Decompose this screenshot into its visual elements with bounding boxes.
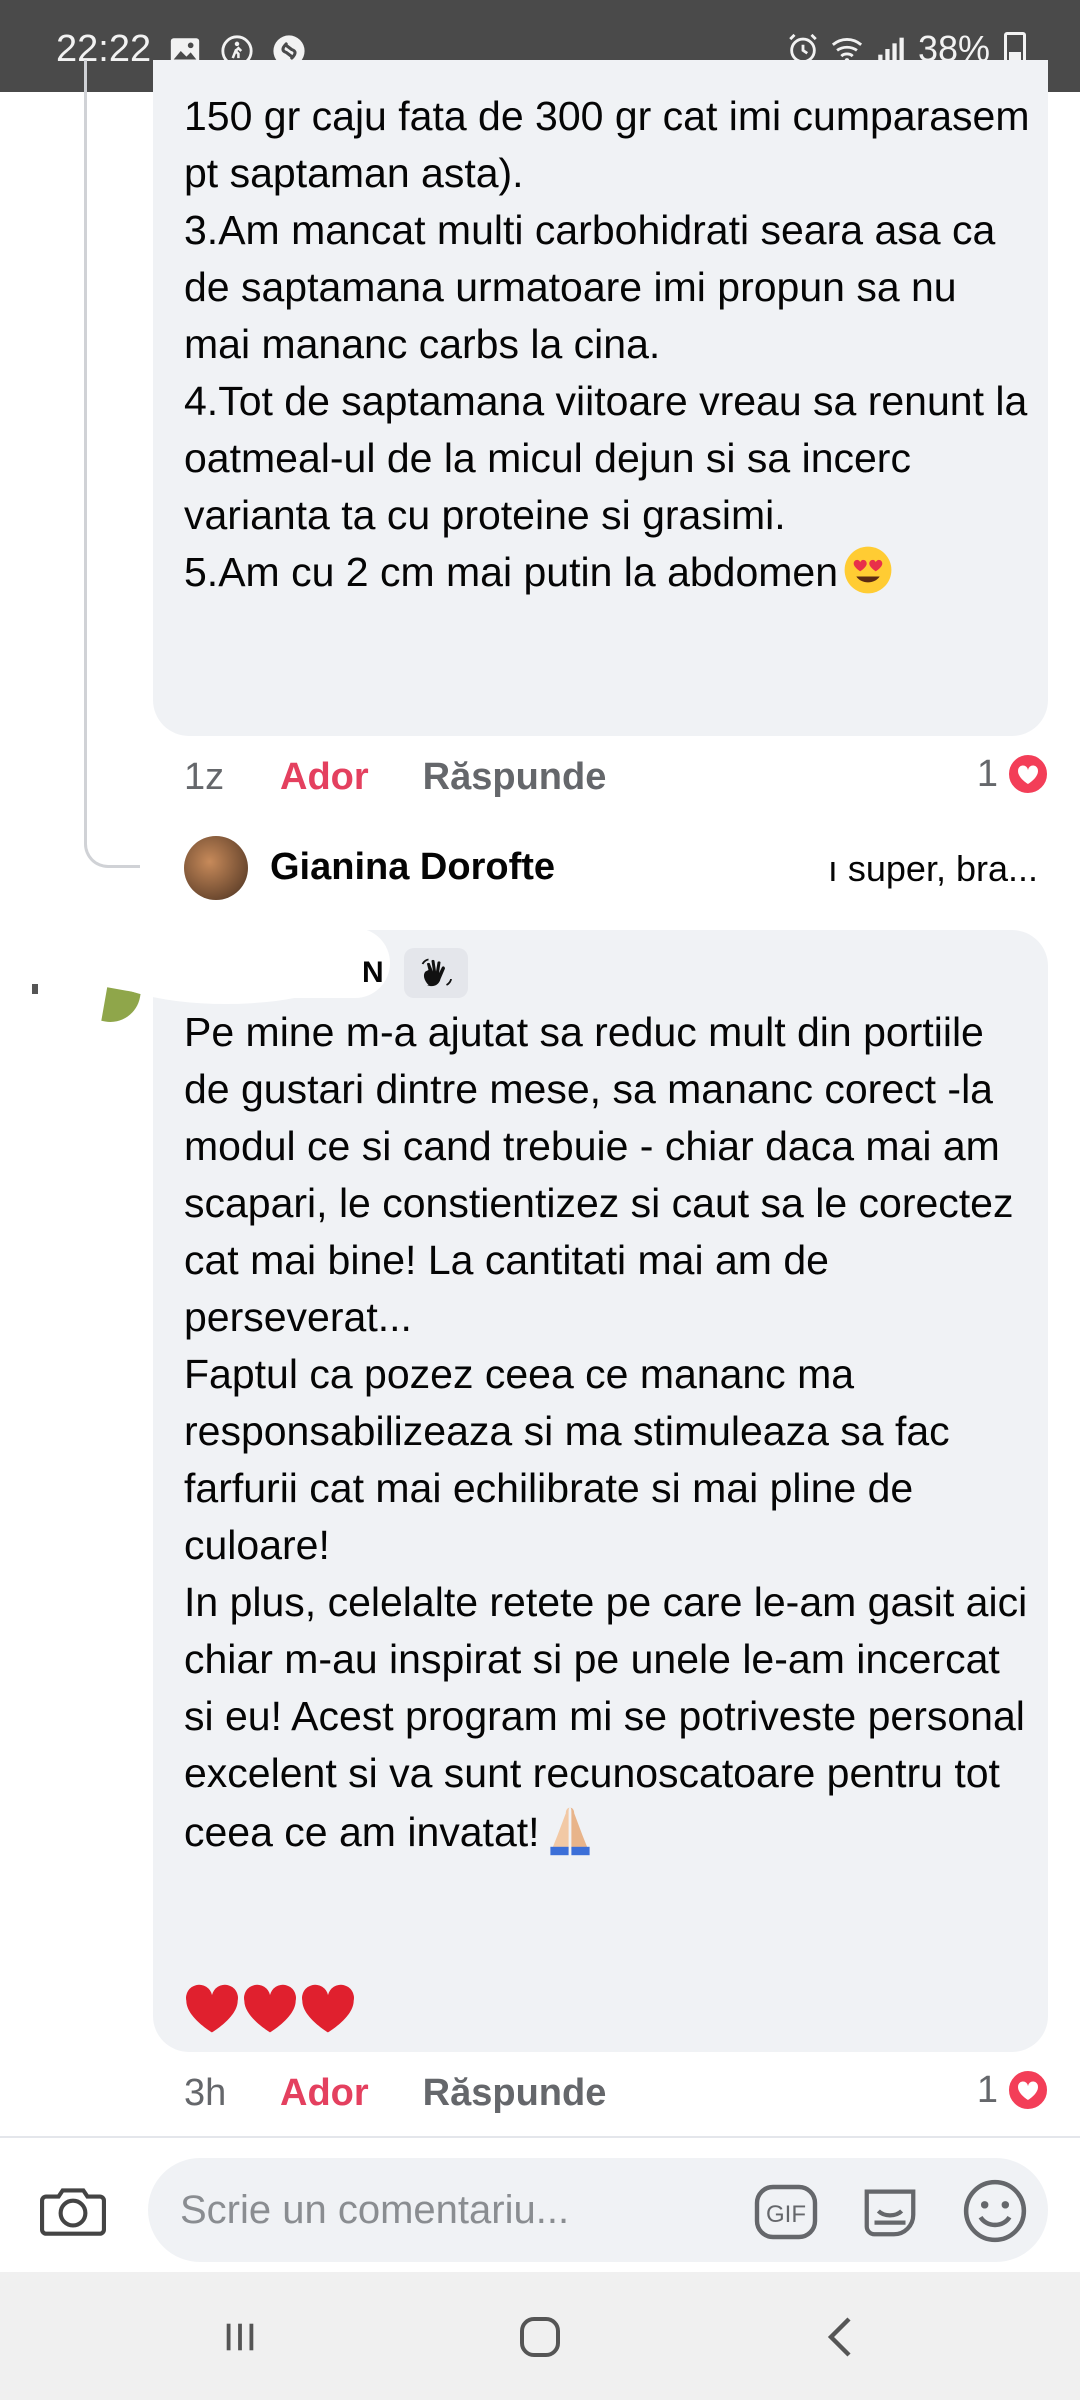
redaction-mask — [160, 928, 390, 998]
avatar[interactable] — [184, 836, 248, 900]
red-heart-emoji — [302, 1984, 354, 2033]
reaction-summary[interactable]: 1 — [977, 752, 1050, 796]
back-icon — [827, 2317, 851, 2357]
avatar[interactable] — [101, 987, 141, 1027]
comment-author-name[interactable]: N — [362, 956, 384, 990]
comment-body: 150 gr caju fata de 300 gr cat imi cumpa… — [184, 93, 1030, 595]
reply-author-name[interactable]: Gianina Dorofte — [270, 846, 555, 889]
comment-composer: GIF — [0, 2136, 1080, 2272]
recents-button[interactable] — [210, 2312, 270, 2362]
wave-badge — [404, 948, 468, 998]
comment-text: 150 gr caju fata de 300 gr cat imi cumpa… — [184, 88, 1034, 601]
back-button[interactable] — [810, 2312, 870, 2362]
emoji-icon[interactable] — [962, 2178, 1028, 2244]
comment-actions: 1z Ador Răspunde — [184, 756, 606, 799]
collapsed-reply[interactable]: Gianina Dorofte ı super, bra... — [184, 834, 1048, 900]
avatar-fragment — [32, 984, 38, 994]
recents-icon — [226, 2323, 254, 2351]
reply-snippet: ı super, bra... — [827, 848, 1038, 889]
reply-button[interactable]: Răspunde — [423, 756, 607, 799]
love-button[interactable]: Ador — [280, 2072, 369, 2115]
thread-connector — [84, 60, 140, 868]
folded-hands-emoji — [549, 1807, 590, 1856]
comment-actions: 3h Ador Răspunde — [184, 2072, 606, 2115]
home-icon — [520, 2317, 560, 2357]
red-heart-emoji — [186, 1984, 238, 2033]
reaction-count: 1 — [976, 2068, 998, 2111]
hearts-emoji-row — [184, 1982, 356, 2036]
home-button[interactable] — [510, 2312, 570, 2362]
gif-label: GIF — [766, 2201, 806, 2228]
reaction-count: 1 — [976, 752, 998, 795]
heart-eyes-emoji — [844, 546, 892, 594]
camera-icon[interactable] — [40, 2184, 106, 2238]
love-reaction-icon — [1006, 752, 1050, 796]
system-navigation-bar — [0, 2272, 1080, 2400]
comment-age: 1z — [184, 756, 225, 798]
comment-age: 3h — [184, 2072, 227, 2114]
red-heart-emoji — [244, 1984, 296, 2033]
love-reaction-icon — [1006, 2068, 1050, 2112]
waving-hand-icon — [421, 958, 452, 987]
sticker-icon[interactable] — [858, 2180, 922, 2242]
comment-body: Pe mine m-a ajutat sa reduc mult din por… — [184, 1009, 1028, 1855]
gif-button[interactable]: GIF — [754, 2184, 818, 2240]
reaction-summary[interactable]: 1 — [977, 2068, 1050, 2112]
reply-button[interactable]: Răspunde — [423, 2072, 607, 2115]
love-button[interactable]: Ador — [280, 756, 369, 799]
comment-text: Pe mine m-a ajutat sa reduc mult din por… — [184, 1004, 1034, 1861]
